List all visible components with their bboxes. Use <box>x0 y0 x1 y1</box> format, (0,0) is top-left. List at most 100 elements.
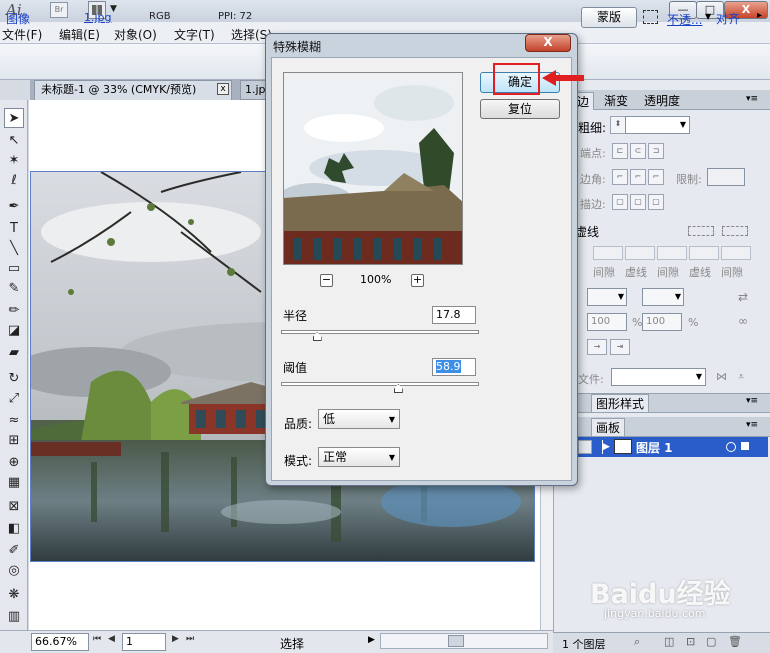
zoom-select[interactable]: 66.67% <box>31 633 89 651</box>
panel-menu-icon[interactable]: ▾≡ <box>746 94 758 104</box>
radius-field[interactable]: 17.8 <box>432 306 476 324</box>
delete-layer-icon[interactable]: 🗑 <box>728 635 742 648</box>
dash-field-2[interactable] <box>625 246 655 260</box>
flip-along-icon[interactable]: ⋈ <box>716 370 727 383</box>
align-inside-icon[interactable]: ▢ <box>630 194 646 210</box>
align-center-icon[interactable]: ▢ <box>612 194 628 210</box>
menu-file[interactable]: 文件(F) <box>2 26 42 43</box>
free-transform-tool-icon[interactable]: ⊞ <box>4 430 24 450</box>
blend-tool-icon[interactable]: ◎ <box>4 560 24 580</box>
arrow-start-select[interactable]: ▼ <box>587 288 627 306</box>
dialog-close-button[interactable]: X <box>525 34 571 52</box>
gap-field-2[interactable] <box>657 246 687 260</box>
close-tab-icon[interactable]: x <box>217 83 229 95</box>
shape-builder-tool-icon[interactable]: ⊕ <box>4 452 24 472</box>
mode-select[interactable]: 正常 <box>318 447 400 467</box>
last-page-icon[interactable]: ⏭ <box>186 634 194 644</box>
miter-join-icon[interactable]: ⌐ <box>612 169 628 185</box>
page-number-field[interactable]: 1 <box>122 633 166 651</box>
layer-target-icon[interactable] <box>726 442 736 452</box>
new-layer-icon[interactable]: ▢ <box>706 635 716 648</box>
tab-transparency[interactable]: 透明度 <box>640 92 684 110</box>
first-page-icon[interactable]: ⏮ <box>93 634 101 644</box>
direct-selection-tool-icon[interactable]: ↖ <box>4 130 24 150</box>
filter-preview[interactable] <box>283 72 463 265</box>
layers-menu-icon[interactable]: ▾≡ <box>746 420 758 430</box>
control-menu-icon[interactable]: ▸ <box>757 10 762 21</box>
bridge-button[interactable]: Br <box>50 2 68 18</box>
column-graph-tool-icon[interactable]: ▥ <box>4 606 24 626</box>
scale-end-field[interactable]: 100 <box>642 313 682 331</box>
paintbrush-tool-icon[interactable]: ✎ <box>4 278 24 298</box>
zoom-in-icon[interactable]: + <box>411 274 424 287</box>
dash-field-3[interactable] <box>689 246 719 260</box>
document-tab-active[interactable]: 未标题-1 @ 33% (CMYK/预览) <box>34 80 232 100</box>
scale-tool-icon[interactable]: ⤢ <box>4 388 24 408</box>
layer-expand-icon[interactable]: ▶ <box>603 442 610 452</box>
layer-lock-icon[interactable] <box>593 440 603 454</box>
square-cap-icon[interactable]: ⊐ <box>648 143 664 159</box>
arrow-align-place-icon[interactable]: ⇥ <box>610 339 630 355</box>
horizontal-scrollbar[interactable] <box>380 633 548 649</box>
flip-across-icon[interactable]: ⩡ <box>738 370 744 384</box>
arrow-end-select[interactable]: ▼ <box>642 288 684 306</box>
mask-button[interactable]: 蒙版 <box>581 7 637 28</box>
eyedropper-tool-icon[interactable]: ✐ <box>4 540 24 560</box>
tab-graphic-styles[interactable]: 图形样式 <box>591 394 650 412</box>
prev-page-icon[interactable]: ◀ <box>108 634 115 644</box>
weight-field[interactable]: ▼ <box>625 116 690 134</box>
radius-slider-track[interactable] <box>281 330 479 334</box>
rotate-tool-icon[interactable]: ↻ <box>4 368 24 388</box>
rectangle-tool-icon[interactable]: ▭ <box>4 258 24 278</box>
menu-edit[interactable]: 编辑(E) <box>59 26 100 43</box>
opacity-dropdown-icon[interactable]: ▼ <box>705 12 711 21</box>
clipping-mask-icon[interactable]: ◫ <box>664 635 674 648</box>
dash-align-icon[interactable] <box>722 226 748 236</box>
blob-brush-tool-icon[interactable]: ◪ <box>4 320 24 340</box>
new-sublayer-icon[interactable]: ⊡ <box>686 635 695 648</box>
opacity-link[interactable]: 不透... <box>667 11 702 28</box>
gap-field-3[interactable] <box>721 246 751 260</box>
lasso-tool-icon[interactable]: ℓ <box>4 170 24 190</box>
menu-type[interactable]: 文字(T) <box>174 26 215 43</box>
round-cap-icon[interactable]: ⊂ <box>630 143 646 159</box>
pen-tool-icon[interactable]: ✒ <box>4 196 24 216</box>
threshold-field[interactable]: 58.9 <box>432 358 476 376</box>
graphic-styles-menu-icon[interactable]: ▾≡ <box>746 396 758 406</box>
eraser-tool-icon[interactable]: ▰ <box>4 342 24 362</box>
symbol-sprayer-tool-icon[interactable]: ❋ <box>4 584 24 604</box>
tab-gradient[interactable]: 渐变 <box>600 92 632 110</box>
scale-start-field[interactable]: 100 <box>587 313 627 331</box>
limit-field[interactable] <box>707 168 745 186</box>
horizontal-scroll-thumb[interactable] <box>448 635 464 647</box>
layer-selection-indicator[interactable] <box>741 442 749 450</box>
gap-field-1[interactable] <box>593 246 623 260</box>
layer-name[interactable]: 图层 1 <box>636 439 673 456</box>
align-outside-icon[interactable]: ▢ <box>648 194 664 210</box>
warp-tool-icon[interactable]: ≈ <box>4 410 24 430</box>
magic-wand-tool-icon[interactable]: ✶ <box>4 150 24 170</box>
mesh-tool-icon[interactable]: ⊠ <box>4 496 24 516</box>
arrow-align-extend-icon[interactable]: → <box>587 339 607 355</box>
next-page-icon[interactable]: ▶ <box>172 634 179 644</box>
profile-select[interactable]: ▼ <box>611 368 706 386</box>
weight-stepper[interactable]: ⬍ <box>610 116 626 134</box>
selection-tool-icon[interactable]: ➤ <box>4 108 24 128</box>
envelope-icon[interactable] <box>643 10 658 24</box>
gradient-tool-icon[interactable]: ◧ <box>4 518 24 538</box>
layer-visibility-icon[interactable] <box>578 440 592 454</box>
line-tool-icon[interactable]: ╲ <box>4 238 24 258</box>
pencil-tool-icon[interactable]: ✏ <box>4 300 24 320</box>
swap-arrows-icon[interactable]: ⇄ <box>738 290 748 304</box>
bevel-join-icon[interactable]: ⌐ <box>648 169 664 185</box>
align-link[interactable]: 对齐 <box>716 10 740 27</box>
quality-select[interactable]: 低 <box>318 409 400 429</box>
reset-button[interactable]: 复位 <box>480 99 560 119</box>
tab-artboards[interactable]: 画板 <box>591 418 626 436</box>
threshold-slider-track[interactable] <box>281 382 479 386</box>
linked-file-link[interactable]: 1.jpg <box>84 11 112 24</box>
butt-cap-icon[interactable]: ⊏ <box>612 143 628 159</box>
status-menu-icon[interactable]: ▶ <box>368 635 375 645</box>
link-scale-icon[interactable]: ∞ <box>738 314 748 328</box>
round-join-icon[interactable]: ⌐ <box>630 169 646 185</box>
